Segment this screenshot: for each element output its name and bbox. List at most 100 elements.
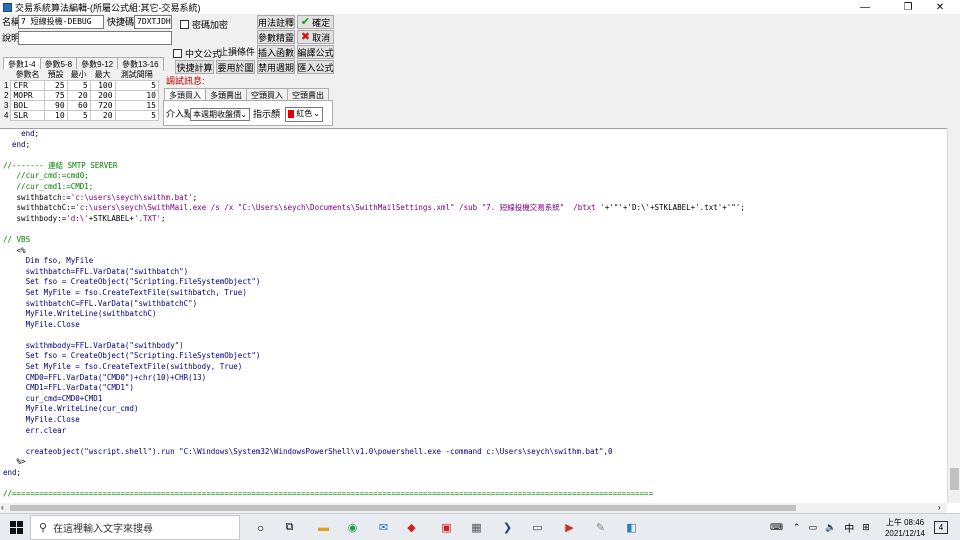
param-min-cell[interactable]: 20 <box>66 90 91 101</box>
param-max-cell[interactable]: 720 <box>89 100 116 111</box>
trading-app-icon[interactable]: ◆ <box>404 520 419 535</box>
usage-notes-button[interactable]: 用法註釋 <box>257 15 295 29</box>
description-field[interactable] <box>18 31 172 45</box>
param-default-cell[interactable]: 75 <box>43 90 68 101</box>
speaker-icon[interactable]: 🔈 <box>825 522 836 533</box>
chevron-up-icon[interactable]: ⌃ <box>793 522 801 533</box>
table-row: 2 MOPR 75 20 200 10 <box>2 90 160 101</box>
apply-chart-button[interactable]: 要用於圖 <box>216 60 255 74</box>
param-default-cell[interactable]: 25 <box>43 80 68 91</box>
scroll-right-icon[interactable]: › <box>938 503 941 512</box>
confirm-button[interactable]: ✔ 確定 <box>297 15 334 29</box>
powershell-icon[interactable]: ❯ <box>500 520 515 535</box>
taskbar-search-box[interactable]: ⚲ 在這裡輸入文字來搜尋 <box>30 515 240 540</box>
password-checkbox[interactable]: 密碼加密 <box>180 18 228 31</box>
checkbox-box <box>180 20 189 29</box>
network-icon[interactable]: ▭ <box>809 522 818 533</box>
entry-point-select[interactable]: 本週期收盤價 ⌄ <box>190 108 250 121</box>
param-table: 參數名 預設 最小 最大 測試間隔 1 CFR 25 5 100 5 2 MOP… <box>2 69 160 121</box>
code-line: swithbody:='d:\'+STKLABEL+'.TXT'; <box>3 214 745 225</box>
param-name-cell[interactable]: BOL <box>10 100 45 111</box>
indicator-color-select[interactable]: 紅色 ⌄ <box>285 107 323 122</box>
notification-count: 4 <box>938 523 944 532</box>
ime-mode-icon[interactable]: ⊞ <box>862 522 870 533</box>
insert-function-button[interactable]: 插入函數 <box>257 45 295 59</box>
calculator-icon[interactable]: ▦ <box>469 520 484 535</box>
close-button[interactable]: ✕ <box>920 0 960 14</box>
param-step-cell[interactable]: 15 <box>114 100 160 111</box>
col-header-max: 最大 <box>90 69 116 81</box>
code-token: +'"'+'D:\'+STKLABEL+'.txt'+'"'; <box>604 203 745 213</box>
code-token: err.clear <box>3 425 67 435</box>
code-token: end <box>3 468 17 477</box>
code-line: Set MyFile = fso.CreateTextFile(swithbod… <box>3 362 745 373</box>
code-editor[interactable]: end; end; //------- 連結 SMTP SERVER //cur_… <box>0 128 947 503</box>
name-field[interactable]: 7 短線投機-DEBUG <box>18 15 104 29</box>
param-min-cell[interactable]: 5 <box>66 80 91 91</box>
quick-calc-button[interactable]: 快捷計算 <box>175 60 214 74</box>
code-line: //------- 連結 SMTP SERVER <box>3 161 745 172</box>
code-token: //------- 連結 SMTP SERVER <box>3 160 118 170</box>
vertical-scrollbar[interactable] <box>947 128 960 503</box>
terminal-icon[interactable]: ▭ <box>530 520 545 535</box>
windows-start-icon[interactable] <box>9 520 24 535</box>
vertical-scroll-thumb[interactable] <box>950 468 959 490</box>
compile-formula-button[interactable]: 編譯公式 <box>297 45 334 59</box>
param-min-cell[interactable]: 5 <box>66 110 91 121</box>
code-token: '.TXT' <box>133 213 162 223</box>
cancel-button[interactable]: ✖ 取消 <box>297 30 334 44</box>
param-max-cell[interactable]: 20 <box>89 110 116 121</box>
param-max-cell[interactable]: 100 <box>89 80 116 91</box>
code-token: +STKLABEL+ <box>88 213 134 223</box>
red-app-icon[interactable]: ▣ <box>439 520 454 535</box>
code-line: MyFile.Close <box>3 320 745 331</box>
disable-period-button[interactable]: 禁用週期 <box>257 60 295 74</box>
minimize-button[interactable]: — <box>845 0 885 14</box>
code-token: CMD0=FFL.VarData("CMD0")+chr(10)+CHR(13) <box>3 372 207 382</box>
search-icon: ⚲ <box>39 522 48 534</box>
red-tool-icon[interactable]: ▶ <box>562 520 577 535</box>
param-name-cell[interactable]: MOPR <box>10 90 45 101</box>
cortana-icon[interactable]: ○ <box>253 520 268 535</box>
table-row: 3 BOL 90 60 720 15 <box>2 100 160 111</box>
hotkey-label: 快捷碼 <box>107 17 135 27</box>
formula-settings-panel: 名稱 7 短線投機-DEBUG 快捷碼 7DXTJDH 密碼加密 說明 用法註釋… <box>0 14 960 128</box>
scroll-left-icon[interactable]: ‹ <box>1 503 4 512</box>
horizontal-scroll-thumb[interactable] <box>10 505 796 511</box>
mail-icon[interactable]: ✉ <box>376 520 391 535</box>
param-step-cell[interactable]: 10 <box>114 90 160 101</box>
param-min-cell[interactable]: 60 <box>66 100 91 111</box>
code-token: Set MyFile = fso.CreateTextFile(swithbat… <box>3 287 247 297</box>
clock[interactable]: 上午 08:46 2021/12/14 <box>882 517 928 539</box>
param-step-cell[interactable]: 5 <box>114 80 160 91</box>
file-explorer-icon[interactable]: ▬ <box>316 520 331 535</box>
col-header-min: 最小 <box>67 69 91 81</box>
code-line: Set MyFile = fso.CreateTextFile(swithbat… <box>3 288 745 299</box>
param-default-cell[interactable]: 90 <box>43 100 68 111</box>
tool-icon[interactable]: ✎ <box>593 520 608 535</box>
stop-condition-label[interactable]: 止損條件 <box>219 46 255 58</box>
code-token: 'c:\users\seych\swithm.bat' <box>70 192 193 202</box>
hotkey-field[interactable]: 7DXTJDH <box>134 15 172 29</box>
close-icon: ✕ <box>935 1 945 13</box>
notification-center-icon[interactable]: 4 <box>934 521 948 534</box>
row-number: 2 <box>2 90 11 101</box>
ime-indicator[interactable]: 中 <box>844 520 854 535</box>
param-name-cell[interactable]: SLR <box>10 110 45 121</box>
horizontal-scrollbar[interactable]: ‹ › <box>0 503 947 513</box>
param-name-cell[interactable]: CFR <box>10 80 45 91</box>
param-max-cell[interactable]: 200 <box>89 90 116 101</box>
chinese-formula-checkbox[interactable]: 中文公式 <box>173 47 221 60</box>
code-line: Dim fso, MyFile <box>3 256 745 267</box>
param-step-cell[interactable]: 5 <box>114 110 160 121</box>
code-line: //======================================… <box>3 489 745 500</box>
chrome-icon[interactable]: ◉ <box>345 520 360 535</box>
task-view-icon[interactable]: ⧉ <box>282 520 297 535</box>
import-formula-button[interactable]: 匯入公式 <box>297 60 334 74</box>
param-default-cell[interactable]: 10 <box>43 110 68 121</box>
notepad-icon[interactable]: ◧ <box>624 520 639 535</box>
keyboard-icon[interactable]: ⌨ <box>770 522 783 533</box>
chinese-formula-label: 中文公式 <box>185 49 222 59</box>
param-wizard-button[interactable]: 參數精靈 <box>257 30 295 44</box>
